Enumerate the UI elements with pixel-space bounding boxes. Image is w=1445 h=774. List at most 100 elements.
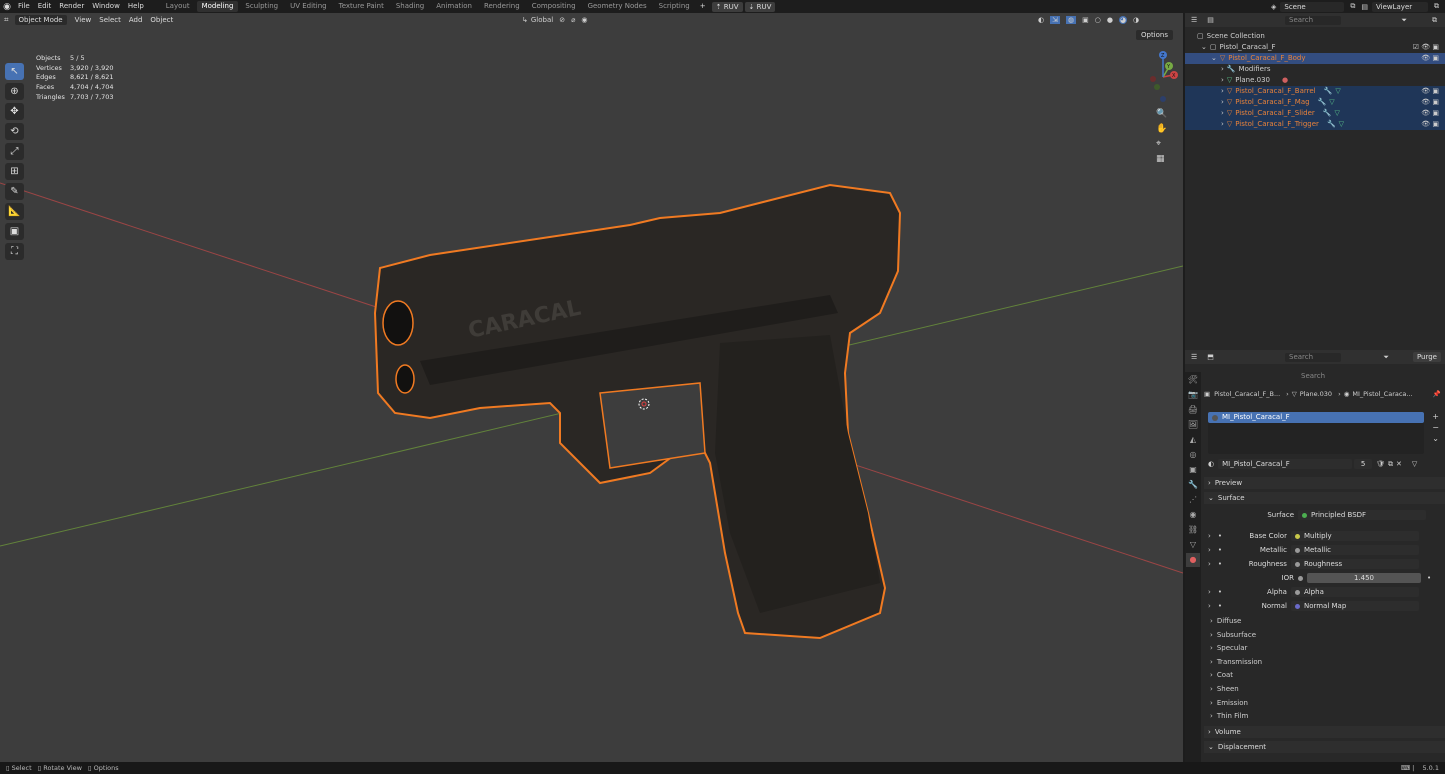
axis-gizmo[interactable]: X Y Z: [1143, 47, 1183, 107]
camera-view-icon[interactable]: ⌖: [1156, 139, 1183, 149]
breadcrumb-mesh[interactable]: Plane.030: [1300, 390, 1332, 398]
filter-icon[interactable]: ⏷: [1401, 16, 1407, 25]
editor-type-icon[interactable]: ☰: [1191, 16, 1197, 24]
blender-logo-icon[interactable]: ◉: [0, 0, 14, 13]
material-tab-icon[interactable]: ●: [1186, 553, 1200, 567]
3d-viewport[interactable]: CARACAL ⌗ Object Mode View Select Add Objec…: [0, 13, 1183, 762]
expand-arrow-icon[interactable]: ›: [1221, 108, 1224, 119]
annotate-tool-icon[interactable]: ✎: [5, 183, 24, 200]
material-slot-list[interactable]: MI_Pistol_Caracal_F: [1208, 412, 1424, 454]
proportional-edit-icon[interactable]: ◉: [581, 16, 587, 24]
slot-menu-icon[interactable]: ⌄: [1432, 434, 1439, 443]
child-visibility-icons[interactable]: 👁 ▣: [1421, 86, 1439, 97]
transform-tool-icon[interactable]: ⊞: [5, 163, 24, 180]
zoom-icon[interactable]: 🔍: [1156, 109, 1183, 119]
workspace-tab-scripting[interactable]: Scripting: [654, 1, 695, 12]
expand-arrow-icon[interactable]: ›: [1221, 64, 1224, 75]
outliner-modifiers[interactable]: › 🔧 Modifiers: [1185, 64, 1445, 75]
scene-icon[interactable]: ◈: [1271, 3, 1276, 11]
menu-window[interactable]: Window: [88, 0, 124, 13]
physics-tab-icon[interactable]: ◉: [1186, 508, 1200, 522]
outliner-plane[interactable]: › ▽ Plane.030 ●: [1185, 75, 1445, 86]
render-tab-icon[interactable]: 📷: [1186, 388, 1200, 402]
add-cube-tool-icon[interactable]: ▣: [5, 223, 24, 240]
display-mode-icon[interactable]: ▤: [1207, 16, 1214, 24]
scene-browse-icon[interactable]: ⧉: [1350, 2, 1355, 11]
overlay-toggle-icon[interactable]: ◍: [1065, 16, 1077, 24]
subpanel-subsurface[interactable]: › Subsurface: [1204, 629, 1445, 641]
collection-visibility-icons[interactable]: ☑ 👁 ▣: [1413, 42, 1439, 53]
scene-tab-icon[interactable]: ◭: [1186, 433, 1200, 447]
surface-panel-header[interactable]: ⌄ Surface: [1204, 492, 1445, 504]
constraints-tab-icon[interactable]: ⛓: [1186, 523, 1200, 537]
expand-arrow-icon[interactable]: ›: [1208, 602, 1211, 610]
material-slot-item[interactable]: MI_Pistol_Caracal_F: [1208, 412, 1424, 423]
workspace-tab-geometry-nodes[interactable]: Geometry Nodes: [583, 1, 652, 12]
workspace-tab-uv-editing[interactable]: UV Editing: [285, 1, 332, 12]
snap-icon[interactable]: ⌀: [571, 16, 575, 24]
pan-hand-icon[interactable]: ✋: [1156, 124, 1183, 134]
menu-help[interactable]: Help: [124, 0, 148, 13]
child-visibility-icons[interactable]: 👁 ▣: [1421, 119, 1439, 130]
remove-slot-icon[interactable]: −: [1432, 423, 1439, 432]
pivot-icon[interactable]: ⊘: [559, 16, 565, 24]
xray-icon[interactable]: ▣: [1082, 16, 1089, 24]
tool-tab-icon[interactable]: 🛠: [1186, 373, 1200, 387]
ruv-button-2[interactable]: ⇣ RUV: [744, 1, 776, 12]
outliner-child[interactable]: › ▽ Pistol_Caracal_F_Barrel 🔧 ▽ 👁 ▣: [1185, 86, 1445, 97]
select-box-tool-icon[interactable]: ↖: [5, 63, 24, 80]
solid-shading-icon[interactable]: ●: [1107, 16, 1113, 24]
expand-arrow-icon[interactable]: ›: [1221, 75, 1224, 86]
outliner-scene-collection[interactable]: ▢ Scene Collection: [1185, 31, 1445, 42]
subpanel-specular[interactable]: › Specular: [1204, 642, 1445, 654]
body-visibility-icons[interactable]: 👁 ▣: [1421, 53, 1439, 64]
viewport-menu-add[interactable]: Add: [125, 16, 147, 24]
editor-type-icon[interactable]: ☰: [1191, 353, 1197, 361]
volume-panel-header[interactable]: › Volume: [1204, 726, 1445, 738]
outliner-child[interactable]: › ▽ Pistol_Caracal_F_Mag 🔧 ▽ 👁 ▣: [1185, 97, 1445, 108]
material-browse-icon[interactable]: ◐: [1208, 460, 1214, 468]
workspace-tab-shading[interactable]: Shading: [391, 1, 429, 12]
subpanel-emission[interactable]: › Emission: [1204, 697, 1445, 709]
options-button[interactable]: Options: [1135, 30, 1173, 40]
workspace-tab-texture-paint[interactable]: Texture Paint: [334, 1, 389, 12]
workspace-tab-sculpting[interactable]: Sculpting: [240, 1, 283, 12]
workspace-tab-modeling[interactable]: Modeling: [196, 1, 239, 12]
outliner-body[interactable]: ⌄ ▽ Pistol_Caracal_F_Body 👁 ▣: [1185, 53, 1445, 64]
menu-render[interactable]: Render: [55, 0, 88, 13]
mode-dropdown[interactable]: Object Mode: [14, 15, 67, 25]
add-slot-icon[interactable]: +: [1432, 412, 1439, 421]
output-tab-icon[interactable]: 🖨: [1186, 403, 1200, 417]
measure-tool-icon[interactable]: 📐: [5, 203, 24, 220]
menu-edit[interactable]: Edit: [34, 0, 56, 13]
viewlayer-icon[interactable]: ▤: [1361, 3, 1368, 11]
world-tab-icon[interactable]: ◎: [1186, 448, 1200, 462]
expand-arrow-icon[interactable]: ›: [1221, 86, 1224, 97]
viewport-menu-select[interactable]: Select: [95, 16, 125, 24]
outliner-search[interactable]: Search: [1285, 15, 1341, 25]
expand-arrow-icon[interactable]: ›: [1208, 546, 1211, 554]
expand-arrow-icon[interactable]: ›: [1208, 588, 1211, 596]
expand-arrow-icon[interactable]: ›: [1221, 97, 1224, 108]
viewlayer-field[interactable]: ViewLayer: [1372, 1, 1428, 12]
orientation-icon[interactable]: ↳: [522, 16, 528, 24]
workspace-tab-compositing[interactable]: Compositing: [527, 1, 581, 12]
wireframe-shading-icon[interactable]: ○: [1095, 16, 1101, 24]
outliner-child[interactable]: › ▽ Pistol_Caracal_F_Trigger 🔧 ▽ 👁 ▣: [1185, 119, 1445, 130]
workspace-tab-layout[interactable]: Layout: [161, 1, 195, 12]
subpanel-diffuse[interactable]: › Diffuse: [1204, 615, 1445, 627]
viewport-menu-object[interactable]: Object: [146, 16, 177, 24]
expand-arrow-icon[interactable]: ›: [1208, 532, 1211, 540]
alpha-field[interactable]: Alpha: [1290, 587, 1419, 597]
view-layer-tab-icon[interactable]: 🖼: [1186, 418, 1200, 432]
scale-tool-icon[interactable]: ⤢: [5, 143, 24, 160]
expand-arrow-icon[interactable]: ⌄: [1201, 42, 1207, 53]
pin-icon[interactable]: 📌: [1433, 390, 1441, 398]
subpanel-transmission[interactable]: › Transmission: [1204, 656, 1445, 668]
ortho-grid-icon[interactable]: ▦: [1156, 154, 1183, 164]
shader-input-field[interactable]: Multiply: [1290, 531, 1419, 541]
subpanel-coat[interactable]: › Coat: [1204, 669, 1445, 681]
subpanel-sheen[interactable]: › Sheen: [1204, 683, 1445, 695]
material-users-count[interactable]: 5: [1354, 459, 1373, 469]
subpanel-thin-film[interactable]: › Thin Film: [1204, 710, 1445, 722]
